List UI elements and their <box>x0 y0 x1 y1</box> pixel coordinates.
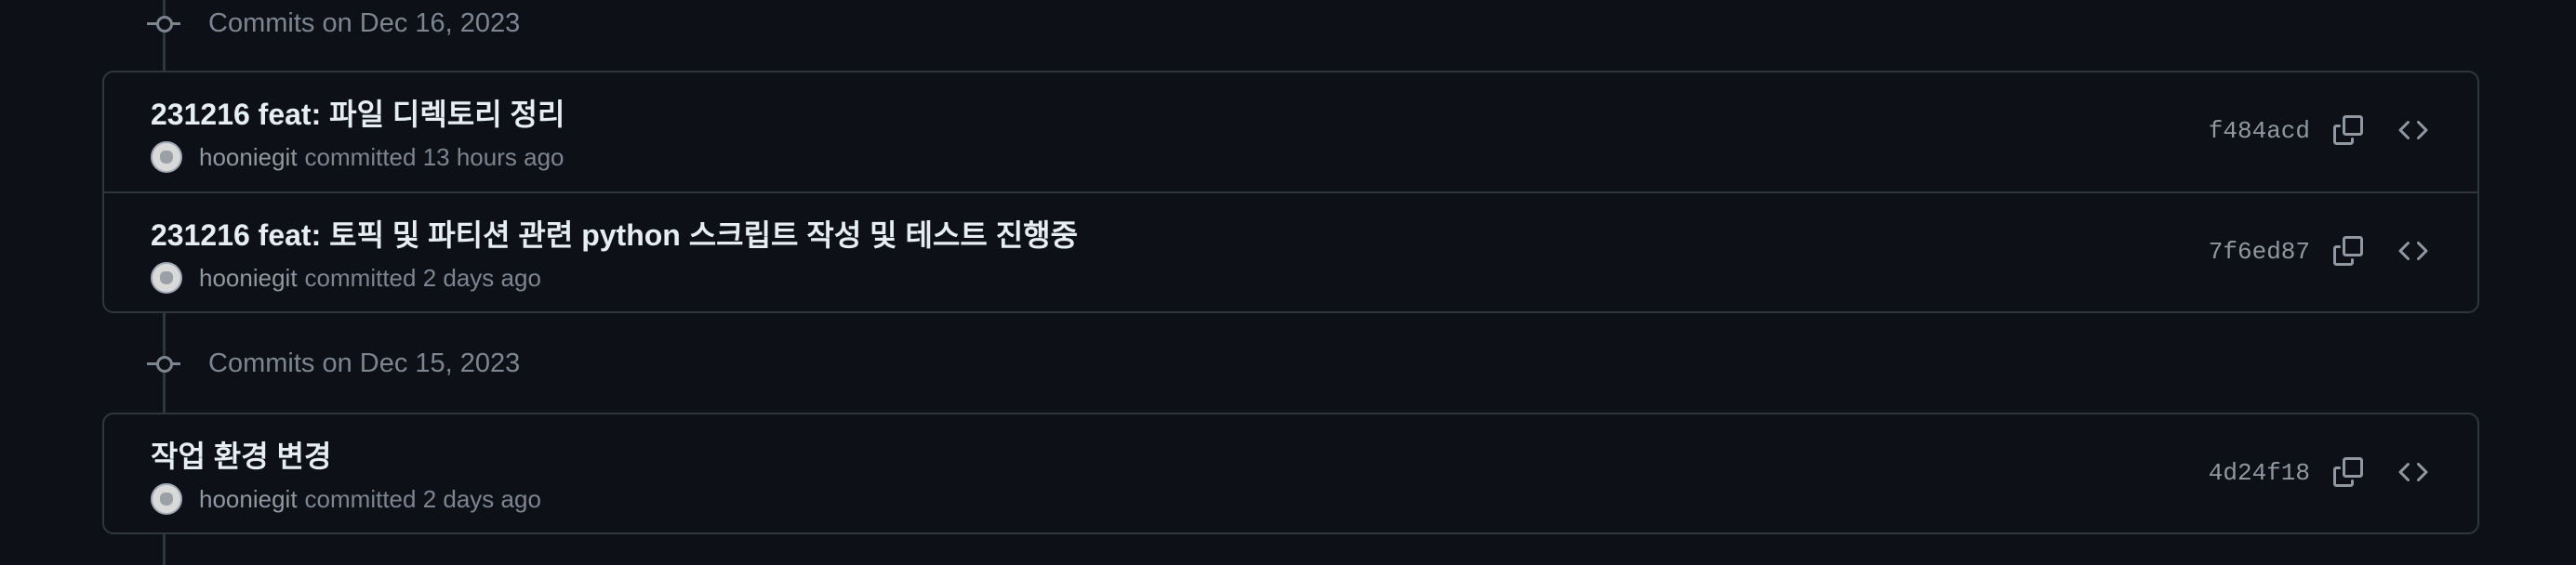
copy-sha-button[interactable] <box>2326 108 2370 152</box>
commit-list: 작업 환경 변경 hooniegit committed 2 days ago … <box>102 413 2479 534</box>
git-commit-icon <box>147 14 180 33</box>
code-icon <box>2398 462 2428 482</box>
commit-meta: hooniegit committed 2 days ago <box>151 262 541 294</box>
code-icon <box>2398 120 2428 140</box>
copy-icon <box>2333 115 2363 145</box>
commit-time: 2 days ago <box>422 263 541 292</box>
commit-sha-link[interactable]: f484acd <box>2209 117 2310 145</box>
commit-meta: hooniegit committed 2 days ago <box>151 483 541 515</box>
avatar[interactable] <box>151 262 182 294</box>
commit-list: 231216 feat: 파일 디렉토리 정리 hooniegit commit… <box>102 71 2479 313</box>
browse-repo-button[interactable] <box>2391 450 2436 494</box>
commit-title-link[interactable]: 231216 feat: 토픽 및 파티션 관련 python 스크립트 작성 … <box>151 212 1078 255</box>
commit-title-link[interactable]: 작업 환경 변경 <box>151 433 331 476</box>
commit-row: 231216 feat: 파일 디렉토리 정리 hooniegit commit… <box>104 72 2477 191</box>
commit-time: 2 days ago <box>422 484 541 513</box>
git-commit-icon <box>147 354 180 373</box>
copy-sha-button[interactable] <box>2326 229 2370 273</box>
commit-action: committed <box>304 263 417 292</box>
commit-meta: hooniegit committed 13 hours ago <box>151 141 564 173</box>
commit-row: 작업 환경 변경 hooniegit committed 2 days ago … <box>104 414 2477 533</box>
avatar[interactable] <box>151 141 182 173</box>
avatar[interactable] <box>151 483 182 515</box>
copy-sha-button[interactable] <box>2326 450 2370 494</box>
commit-author-link[interactable]: hooniegit <box>199 143 298 172</box>
copy-icon <box>2333 236 2363 266</box>
browse-repo-button[interactable] <box>2391 229 2436 273</box>
commit-author-link[interactable]: hooniegit <box>199 485 298 514</box>
copy-icon <box>2333 457 2363 487</box>
code-icon <box>2398 241 2428 261</box>
commit-time: 13 hours ago <box>422 142 564 171</box>
commit-action: committed <box>304 484 417 513</box>
commit-row: 231216 feat: 토픽 및 파티션 관련 python 스크립트 작성 … <box>104 191 2477 310</box>
commit-action: committed <box>304 142 417 171</box>
commit-sha-link[interactable]: 4d24f18 <box>2209 459 2310 487</box>
timeline-line <box>163 533 166 565</box>
commit-title-link[interactable]: 231216 feat: 파일 디렉토리 정리 <box>151 91 564 134</box>
commit-group-header: Commits on Dec 16, 2023 <box>147 0 520 46</box>
commit-group-header: Commits on Dec 15, 2023 <box>147 340 520 387</box>
commit-group-date: Commits on Dec 15, 2023 <box>208 348 521 378</box>
browse-repo-button[interactable] <box>2391 108 2436 152</box>
commit-author-link[interactable]: hooniegit <box>199 264 298 293</box>
commit-sha-link[interactable]: 7f6ed87 <box>2209 238 2310 266</box>
commit-group-date: Commits on Dec 16, 2023 <box>208 7 521 38</box>
